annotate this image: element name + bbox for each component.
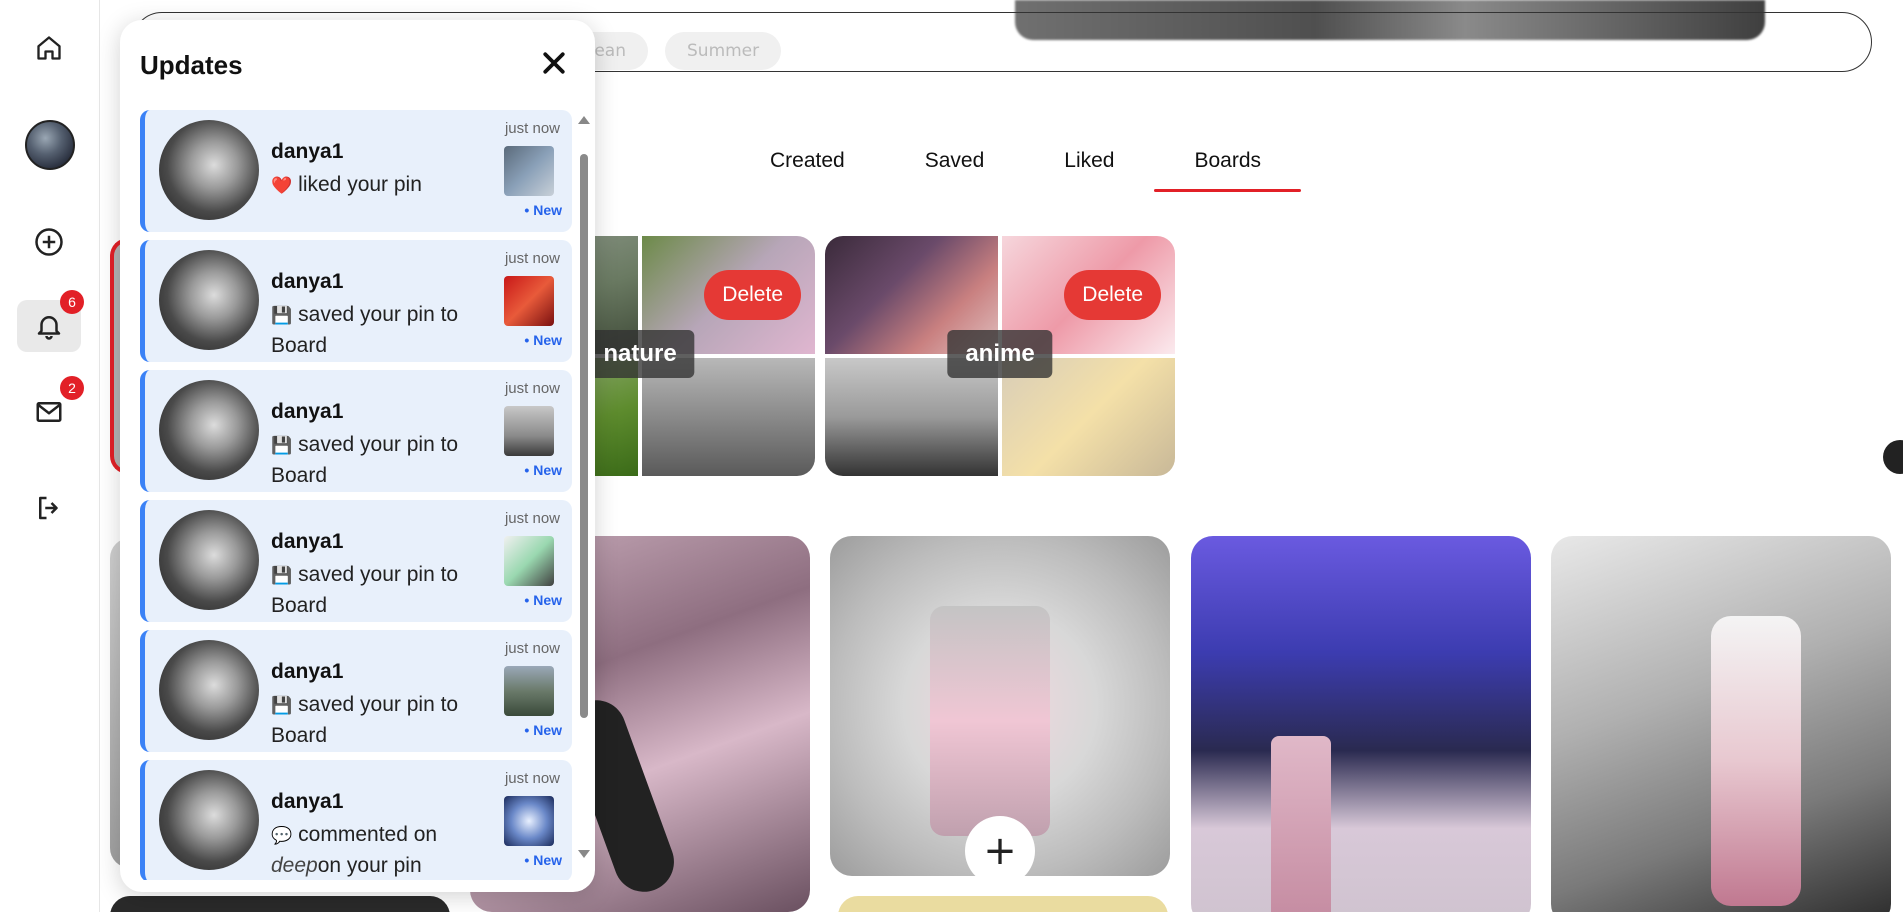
notifications-button[interactable]: 6	[17, 290, 84, 352]
avatar[interactable]	[159, 510, 259, 610]
pin-detail	[930, 606, 1050, 836]
avatar[interactable]	[159, 250, 259, 350]
new-badge: • New	[524, 592, 562, 608]
board-label: nature	[585, 330, 695, 378]
notifications-badge: 6	[60, 290, 84, 314]
new-badge: • New	[524, 852, 562, 868]
tab-boards[interactable]: Boards	[1154, 148, 1301, 192]
update-text: ❤️ liked your pin	[271, 170, 491, 201]
panel-title: Updates	[140, 50, 243, 80]
close-icon[interactable]	[539, 48, 569, 78]
avatar[interactable]	[159, 120, 259, 220]
update-time: just now	[504, 250, 560, 267]
pin-card[interactable]	[1551, 536, 1891, 912]
new-badge: • New	[524, 462, 562, 478]
update-text: 💾 saved your pin to Board	[271, 690, 491, 751]
update-item[interactable]: danya1 💾 saved your pin to Board just now…	[140, 630, 572, 752]
pin-card[interactable]	[110, 896, 450, 912]
floppy-icon: 💾	[271, 696, 293, 715]
update-item[interactable]: danya1 💾 saved your pin to Board just now…	[140, 240, 572, 362]
avatar[interactable]	[159, 380, 259, 480]
pin-detail	[1271, 736, 1331, 912]
scroll-indicator	[1883, 440, 1903, 474]
update-thumbnail[interactable]	[504, 146, 554, 196]
bell-icon	[37, 316, 61, 340]
messages-button[interactable]: 2	[17, 376, 84, 438]
scrollbar[interactable]	[578, 116, 590, 858]
comment-text: deep	[271, 854, 318, 877]
update-thumbnail[interactable]	[504, 796, 554, 846]
update-action: commented on	[298, 823, 438, 846]
pin-card[interactable]	[838, 896, 1168, 912]
new-badge: • New	[524, 202, 562, 218]
update-time: just now	[504, 770, 560, 787]
create-button[interactable]	[17, 216, 81, 268]
scroll-down-arrow[interactable]	[578, 850, 590, 858]
avatar[interactable]	[25, 120, 75, 170]
update-item[interactable]: danya1 💬 commented on deepon your pin jus…	[140, 760, 572, 880]
chip-summer[interactable]: Summer	[665, 32, 782, 70]
update-username[interactable]: danya1	[271, 790, 343, 814]
pin-card[interactable]: +	[830, 536, 1170, 876]
update-text: 💾 saved your pin to Board	[271, 430, 491, 491]
mail-icon	[36, 402, 62, 422]
update-action: liked your pin	[298, 173, 422, 196]
avatar[interactable]	[159, 640, 259, 740]
update-action: saved your pin to Board	[271, 693, 459, 747]
update-time: just now	[504, 640, 560, 657]
update-item[interactable]: danya1 ❤️ liked your pin just now • New	[140, 110, 572, 232]
logout-icon	[39, 496, 58, 520]
comment-icon: 💬	[271, 826, 293, 845]
floppy-icon: 💾	[271, 566, 293, 585]
plus-circle-icon	[35, 228, 63, 256]
delete-button[interactable]: Delete	[1064, 270, 1161, 320]
board-label: anime	[947, 330, 1053, 378]
update-thumbnail[interactable]	[504, 406, 554, 456]
new-badge: • New	[524, 332, 562, 348]
pin-card[interactable]	[1191, 536, 1531, 912]
scrollbar-thumb[interactable]	[580, 154, 588, 718]
logout-button[interactable]	[17, 482, 81, 534]
update-username[interactable]: danya1	[271, 270, 343, 294]
tab-created[interactable]: Created	[730, 148, 885, 192]
tab-saved[interactable]: Saved	[885, 148, 1025, 192]
update-username[interactable]: danya1	[271, 400, 343, 424]
update-text: 💾 saved your pin to Board	[271, 560, 491, 621]
home-icon	[37, 36, 61, 60]
update-item[interactable]: danya1 💾 saved your pin to Board just now…	[140, 500, 572, 622]
updates-panel: Updates danya1 ❤️ liked your pin just now…	[120, 20, 595, 892]
update-time: just now	[504, 120, 560, 137]
update-username[interactable]: danya1	[271, 530, 343, 554]
heart-icon: ❤️	[271, 176, 293, 195]
update-thumbnail[interactable]	[504, 536, 554, 586]
pin-detail	[1711, 616, 1801, 906]
scroll-up-arrow[interactable]	[578, 116, 590, 124]
messages-badge: 2	[60, 376, 84, 400]
update-time: just now	[504, 510, 560, 527]
avatar[interactable]	[159, 770, 259, 870]
home-button[interactable]	[17, 22, 81, 74]
update-action: saved your pin to Board	[271, 303, 459, 357]
update-time: just now	[504, 380, 560, 397]
new-badge: • New	[524, 722, 562, 738]
board-anime[interactable]: Delete anime	[825, 236, 1175, 476]
update-action: saved your pin to Board	[271, 433, 459, 487]
tab-liked[interactable]: Liked	[1024, 148, 1154, 192]
floppy-icon: 💾	[271, 436, 293, 455]
left-rail: 6 2	[0, 0, 100, 912]
update-suffix: on your pin	[317, 854, 422, 877]
update-thumbnail[interactable]	[504, 276, 554, 326]
update-action: saved your pin to Board	[271, 563, 459, 617]
update-username[interactable]: danya1	[271, 140, 343, 164]
update-text: 💬 commented on deepon your pin	[271, 820, 491, 880]
floppy-icon: 💾	[271, 306, 293, 325]
profile-tabs: Created Saved Liked Boards	[730, 148, 1301, 192]
update-text: 💾 saved your pin to Board	[271, 300, 491, 361]
update-thumbnail[interactable]	[504, 666, 554, 716]
update-item[interactable]: danya1 💾 saved your pin to Board just now…	[140, 370, 572, 492]
updates-list: danya1 ❤️ liked your pin just now • New d…	[140, 110, 572, 880]
update-username[interactable]: danya1	[271, 660, 343, 684]
delete-button[interactable]: Delete	[704, 270, 801, 320]
